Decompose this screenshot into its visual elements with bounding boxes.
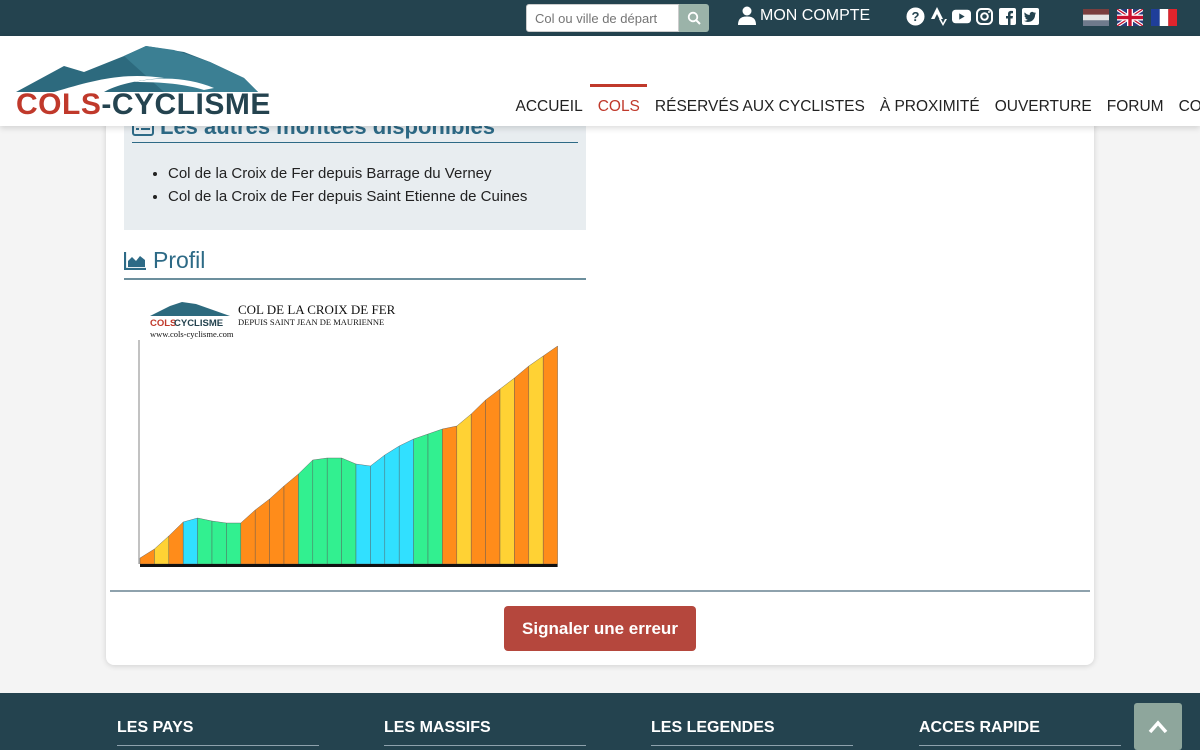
profile-segment (183, 517, 198, 565)
profile-segment (370, 454, 385, 565)
youtube-icon[interactable] (952, 7, 971, 26)
profile-segment (197, 517, 213, 565)
profile-heading: Profil (124, 247, 205, 274)
profile-segment (298, 459, 313, 565)
profile-segment (327, 457, 342, 565)
profile-segment (283, 473, 299, 565)
search-input[interactable] (526, 4, 679, 32)
profile-logo: COLS CYCLISME (150, 302, 230, 329)
nav-reserves-aux-cyclistes[interactable]: RÉSERVÉS AUX CYCLISTES (647, 86, 872, 126)
user-icon (738, 6, 756, 25)
profile-segment (269, 485, 285, 565)
profile-segment (456, 413, 472, 565)
other-climbs-list: Col de la Croix de Fer depuis Barrage du… (154, 162, 527, 208)
section-divider (110, 590, 1090, 592)
search-icon (687, 11, 701, 25)
other-climbs-box: Les autres montées disponibles Col de la… (124, 108, 586, 230)
logo-text-left: COLS (16, 88, 102, 121)
language-flags (1083, 9, 1177, 26)
profile-segment (211, 520, 227, 565)
footer-heading[interactable]: ACCES RAPIDE (919, 719, 1121, 737)
footer-col-legendes: LES LEGENDES (651, 719, 853, 746)
logo-text-right: CYCLISME (111, 88, 271, 121)
profile-segment (399, 438, 414, 565)
footer-col-pays: LES PAYS (117, 719, 319, 746)
profile-segment (312, 457, 328, 565)
nav-ouverture[interactable]: OUVERTURE (987, 86, 1099, 126)
profile-subtitle: DEPUIS SAINT JEAN DE MAURIENNE (238, 317, 384, 327)
svg-text:COLS: COLS (150, 318, 176, 329)
footer-heading[interactable]: LES PAYS (117, 719, 319, 737)
logo-text[interactable]: COLS-CYCLISME (16, 88, 271, 122)
elevation-profile-image[interactable]: COLS CYCLISME COL DE LA CROIX DE FER DEP… (130, 292, 580, 578)
nav-accueil[interactable]: ACCUEIL (508, 86, 590, 126)
profile-segment (528, 355, 544, 565)
profile-segment (413, 433, 429, 565)
nav-a-proximite[interactable]: À PROXIMITÉ (872, 86, 987, 126)
other-climb-link[interactable]: Col de la Croix de Fer depuis Saint Etie… (168, 185, 527, 208)
twitter-icon[interactable] (1021, 7, 1040, 26)
chevron-up-icon (1148, 719, 1168, 733)
other-climb-link[interactable]: Col de la Croix de Fer depuis Barrage du… (168, 162, 527, 185)
profile-segment (139, 548, 155, 565)
report-error-button[interactable]: Signaler une erreur (504, 606, 696, 651)
search-form (526, 4, 709, 32)
search-button[interactable] (679, 4, 709, 32)
profile-segment (226, 522, 241, 565)
nav-cols[interactable]: COLS (590, 84, 648, 126)
profile-baseline (140, 564, 558, 567)
profile-col-name: COL DE LA CROIX DE FER (238, 302, 396, 317)
site-footer: LES PAYS LES MASSIFS LES LEGENDES ACCES … (0, 693, 1200, 750)
top-bar: MON COMPTE ? (0, 0, 1200, 36)
help-icon[interactable]: ? (906, 7, 925, 26)
site-header: COLS-CYCLISME ACCUEIL COLS RÉSERVÉS AUX … (0, 36, 1200, 126)
nl-flag-icon[interactable] (1083, 9, 1109, 26)
nav-forum[interactable]: FORUM (1099, 86, 1171, 126)
strava-icon[interactable] (929, 7, 948, 26)
profile-segment (255, 498, 270, 565)
footer-heading[interactable]: LES LEGENDES (651, 719, 853, 737)
account-link[interactable]: MON COMPTE (738, 6, 870, 25)
profile-segment (485, 388, 501, 565)
footer-col-massifs: LES MASSIFS (384, 719, 586, 746)
profile-segment (427, 428, 443, 565)
nav-contact[interactable]: CONTACT (1171, 86, 1200, 126)
profile-segment (442, 425, 457, 565)
profile-segment (240, 509, 256, 565)
facebook-icon[interactable] (998, 7, 1017, 26)
profile-segment (499, 377, 515, 565)
svg-text:?: ? (912, 9, 920, 24)
footer-col-acces-rapide: ACCES RAPIDE (919, 719, 1121, 746)
logo-text-sep: - (101, 88, 112, 121)
profile-segment (168, 521, 184, 565)
uk-flag-icon[interactable] (1117, 9, 1143, 26)
profile-segment (154, 535, 169, 565)
area-chart-icon (124, 252, 146, 270)
main-nav: ACCUEIL COLS RÉSERVÉS AUX CYCLISTES À PR… (508, 84, 1200, 126)
profile-site: www.cols-cyclisme.com (150, 329, 234, 339)
fr-flag-icon[interactable] (1151, 9, 1177, 26)
social-links: ? (906, 7, 1040, 26)
profile-heading-text: Profil (153, 247, 206, 273)
profile-segment (543, 345, 558, 565)
profile-segment (355, 463, 371, 565)
profile-segment (341, 457, 357, 565)
scroll-to-top-button[interactable] (1134, 703, 1182, 750)
account-label: MON COMPTE (760, 6, 871, 24)
profile-segment (384, 445, 400, 565)
svg-text:CYCLISME: CYCLISME (174, 318, 223, 329)
profile-rule (124, 278, 586, 280)
other-climbs-rule (132, 142, 578, 143)
footer-heading[interactable]: LES MASSIFS (384, 719, 586, 737)
profile-segment (514, 365, 529, 565)
instagram-icon[interactable] (975, 7, 994, 26)
profile-segment (471, 399, 486, 565)
